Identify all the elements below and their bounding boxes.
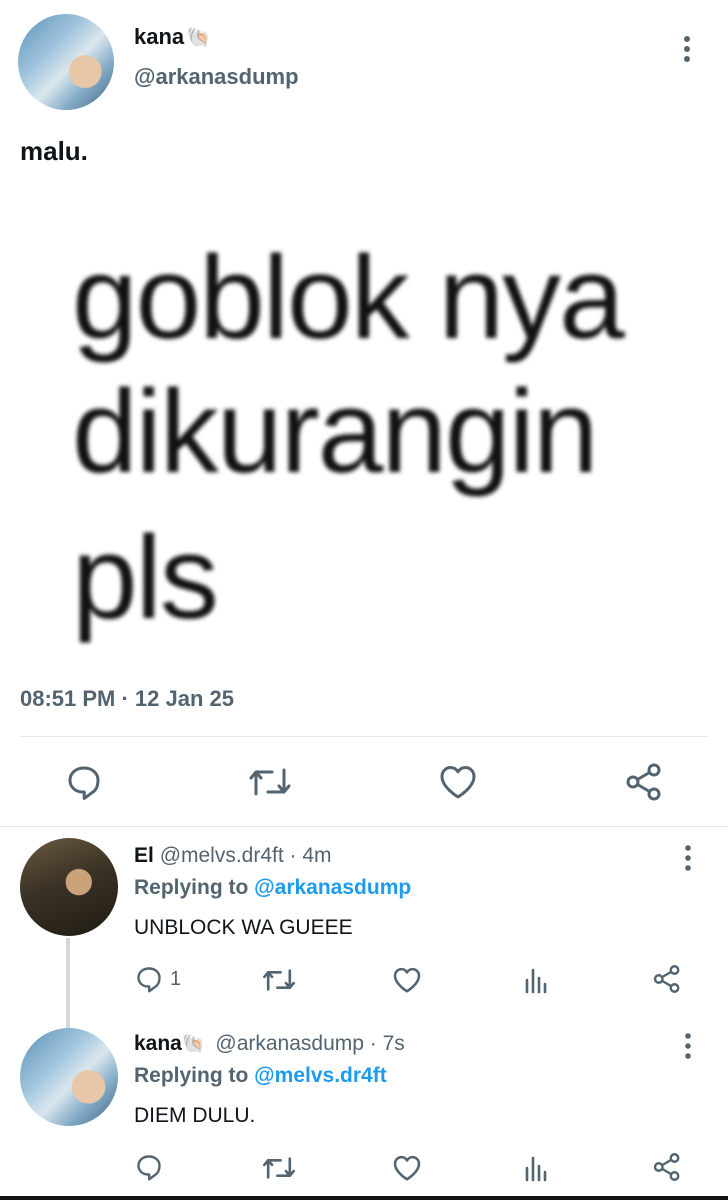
- post-image[interactable]: goblok nya dikurangin pls: [60, 230, 680, 650]
- reply-handle-time: @melvs.dr4ft · 4m: [159, 844, 332, 867]
- author-name: kana: [134, 24, 185, 49]
- reply-text: UNBLOCK WA GUEEE: [134, 916, 353, 939]
- reply-avatar[interactable]: [20, 838, 118, 936]
- replying-to-handle[interactable]: @melvs.dr4ft: [254, 1064, 387, 1087]
- author-handle[interactable]: @arkanasdump: [134, 64, 299, 90]
- reply-text: DIEM DULU.: [134, 1104, 256, 1127]
- reply-more-options-icon[interactable]: [680, 1032, 696, 1060]
- replying-to: Replying to @melvs.dr4ft: [134, 1064, 387, 1088]
- author-name-row[interactable]: kana 🐚: [134, 24, 211, 50]
- replying-to: Replying to @arkanasdump: [134, 876, 411, 900]
- retweet-icon[interactable]: [262, 966, 296, 994]
- image-text-line: goblok nya: [72, 232, 625, 364]
- bottom-bar: [0, 1196, 728, 1200]
- reply-header[interactable]: kana🐚 @arkanasdump · 7s: [134, 1032, 405, 1056]
- share-icon[interactable]: [652, 964, 682, 994]
- reply-icon[interactable]: [134, 964, 164, 994]
- views-icon[interactable]: [524, 1154, 550, 1182]
- reply-icon[interactable]: [134, 1152, 164, 1182]
- thread-line: [66, 938, 70, 1030]
- author-avatar[interactable]: [18, 14, 114, 110]
- reply-count: 1: [170, 968, 182, 990]
- share-icon[interactable]: [624, 762, 664, 802]
- like-icon[interactable]: [438, 764, 478, 800]
- like-icon[interactable]: [392, 966, 422, 994]
- views-icon[interactable]: [524, 966, 550, 994]
- image-text-line: pls: [72, 512, 219, 644]
- divider: [20, 736, 708, 737]
- image-text-line: dikurangin: [72, 366, 598, 498]
- replying-to-prefix: Replying to: [134, 876, 255, 899]
- more-options-icon[interactable]: [678, 34, 696, 64]
- replying-to-prefix: Replying to: [134, 1064, 255, 1087]
- post-text: malu.: [20, 136, 88, 166]
- reply-avatar[interactable]: [20, 1028, 118, 1126]
- reply-handle-time: @arkanasdump · 7s: [215, 1032, 405, 1055]
- shell-emoji: 🐚: [181, 1034, 206, 1055]
- retweet-icon[interactable]: [262, 1154, 296, 1182]
- shell-emoji: 🐚: [186, 27, 212, 49]
- reply-header[interactable]: El @melvs.dr4ft · 4m: [134, 844, 332, 868]
- reply-author-name: kana: [134, 1032, 182, 1055]
- post-timestamp: 08:51 PM · 12 Jan 25: [20, 686, 235, 711]
- replying-to-handle[interactable]: @arkanasdump: [254, 876, 411, 899]
- divider: [0, 826, 728, 827]
- reply-icon[interactable]: [64, 762, 104, 802]
- reply-more-options-icon[interactable]: [680, 844, 696, 872]
- share-icon[interactable]: [652, 1152, 682, 1182]
- reply-author-name: El: [134, 844, 154, 867]
- like-icon[interactable]: [392, 1154, 422, 1182]
- retweet-icon[interactable]: [248, 764, 292, 800]
